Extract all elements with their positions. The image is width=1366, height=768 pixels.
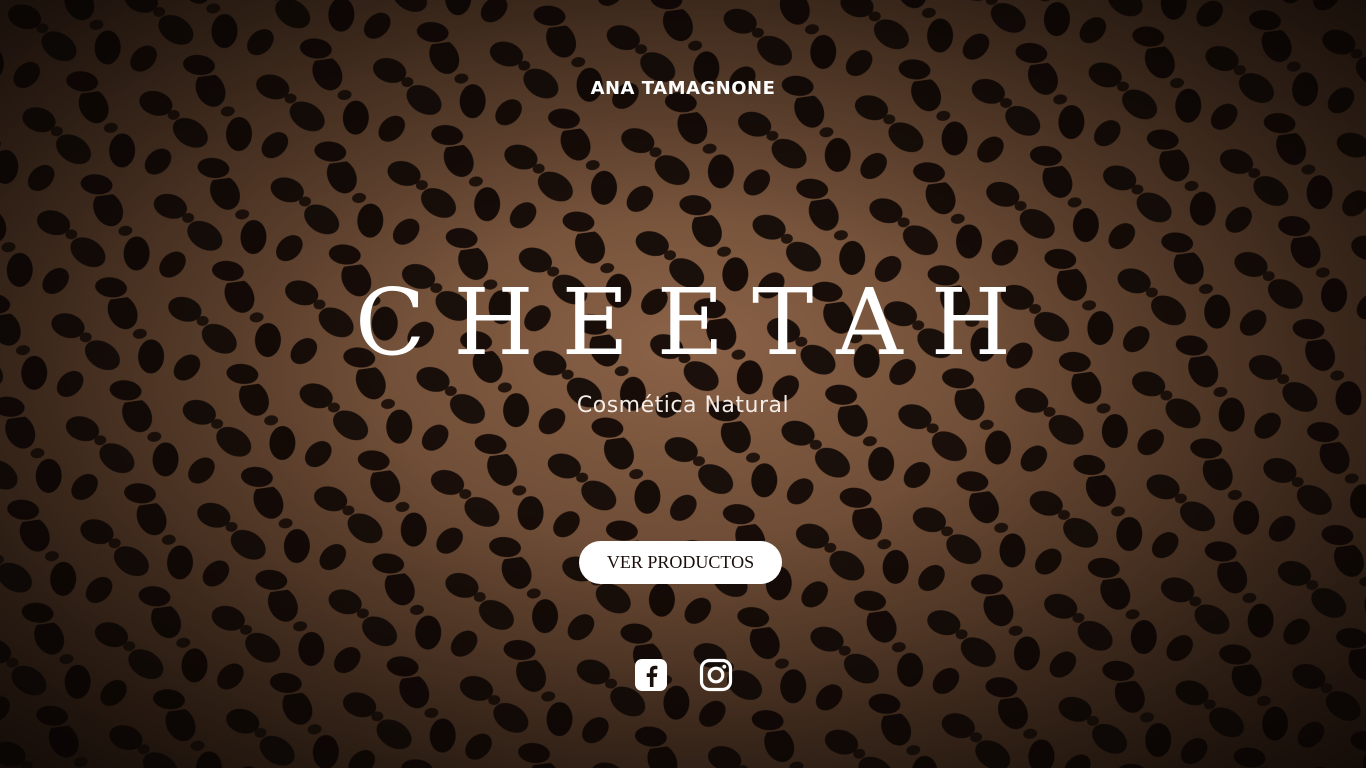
facebook-icon	[635, 659, 667, 691]
instagram-icon	[699, 658, 733, 692]
vignette-overlay	[0, 0, 1366, 768]
view-products-button[interactable]: VER PRODUCTOS	[579, 541, 782, 584]
social-links	[634, 658, 733, 692]
hero-section: ANA TAMAGNONE CHEETAH Cosmética Natural …	[0, 0, 1366, 768]
page-title: CHEETAH	[355, 269, 1039, 376]
instagram-link[interactable]	[699, 658, 733, 692]
brand-owner-name: ANA TAMAGNONE	[590, 78, 776, 99]
facebook-link[interactable]	[634, 658, 668, 692]
page-subtitle: Cosmética Natural	[576, 393, 790, 418]
